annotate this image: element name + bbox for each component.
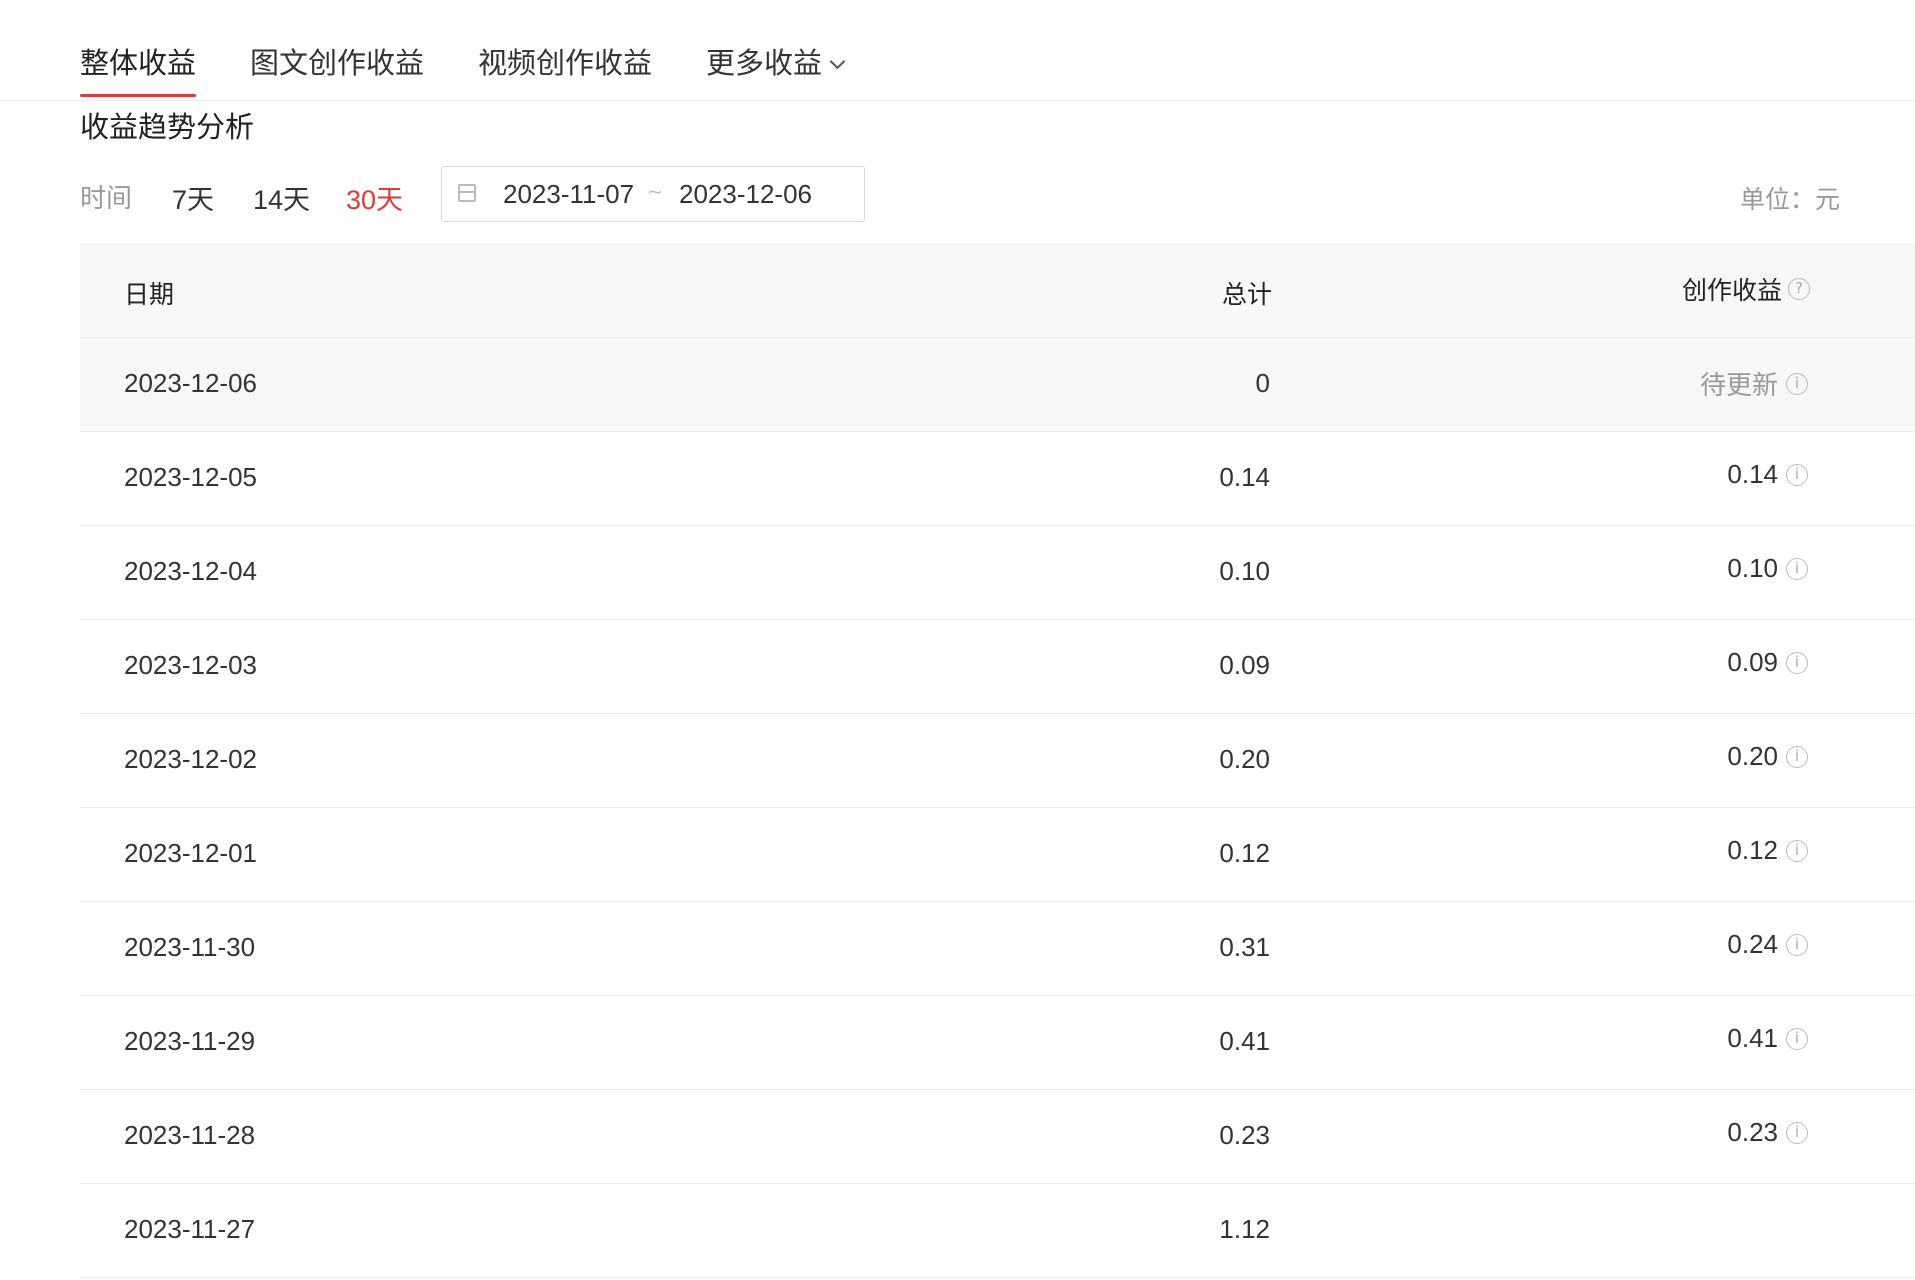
header-creation-label: 创作收益: [1681, 277, 1782, 305]
tab-label: 整体收益: [80, 48, 197, 80]
cell-total: 0.23: [1219, 1120, 1270, 1150]
cell-creation: 0.23 i: [1560, 1117, 1808, 1148]
cell-total: 0.41: [1219, 1026, 1270, 1056]
info-icon[interactable]: i: [1786, 557, 1808, 580]
tab-label: 更多收益: [706, 48, 823, 80]
info-icon[interactable]: i: [1786, 651, 1808, 674]
unit-label: 单位：元: [1739, 186, 1840, 214]
cell-creation: 0.10 i: [1560, 553, 1808, 584]
cell-creation-value: 0.24: [1727, 929, 1778, 959]
cell-creation-value: 0.09: [1727, 647, 1778, 677]
tab-article-earnings[interactable]: 图文创作收益: [250, 40, 424, 82]
header-date: 日期: [124, 281, 175, 309]
header-creation: 创作收益 ?: [1600, 271, 1810, 307]
section-title: 收益趋势分析: [80, 112, 255, 144]
table-row: 2023-11-27 1.12: [80, 1184, 1915, 1278]
tab-label: 图文创作收益: [250, 48, 425, 80]
cell-total: 1.12: [1219, 1214, 1270, 1244]
header-total: 总计: [1221, 281, 1272, 309]
cell-creation-value: 0.23: [1727, 1117, 1778, 1147]
table-row: 2023-12-01 0.12 0.12 i: [80, 808, 1915, 902]
cell-creation-value: 待更新: [1699, 370, 1778, 400]
filter-row: 时间 7天 14天 30天 2023-11-07 ~ 2023-12-06 单位…: [80, 166, 1860, 224]
cell-creation: 0.14 i: [1560, 459, 1808, 490]
period-14-days[interactable]: 14天: [253, 178, 310, 217]
cell-date: 2023-12-02: [124, 744, 257, 774]
info-icon[interactable]: i: [1786, 372, 1808, 395]
date-start[interactable]: 2023-11-07: [503, 179, 634, 210]
cell-date: 2023-12-01: [124, 838, 257, 868]
cell-total: 0.14: [1219, 462, 1270, 492]
tab-label: 视频创作收益: [478, 48, 653, 80]
cell-creation-value: 0.12: [1727, 835, 1778, 865]
time-label: 时间: [80, 183, 133, 213]
table-row: 2023-12-02 0.20 0.20 i: [80, 714, 1915, 808]
cell-total: 0.20: [1219, 744, 1270, 774]
info-icon[interactable]: i: [1786, 463, 1808, 486]
info-icon[interactable]: i: [1786, 1121, 1808, 1144]
cell-date: 2023-11-27: [124, 1214, 256, 1244]
earnings-table: 日期 总计 创作收益 ? 2023-12-06 0 待更新 i 2023-12-05 0.…: [80, 243, 1915, 1278]
chevron-down-icon: [829, 53, 846, 70]
cell-creation-value: 0.10: [1727, 553, 1778, 583]
cell-total: 0: [1255, 368, 1270, 398]
cell-date: 2023-12-03: [124, 650, 257, 680]
table-row: 2023-11-29 0.41 0.41 i: [80, 996, 1915, 1090]
cell-total: 0.10: [1219, 556, 1270, 586]
cell-creation-value: 0.14: [1727, 459, 1778, 489]
cell-date: 2023-11-29: [124, 1026, 256, 1056]
cell-total: 0.09: [1219, 650, 1270, 680]
tab-bar: 整体收益 图文创作收益 视频创作收益 更多收益: [0, 0, 1915, 101]
cell-creation: 0.20 i: [1560, 741, 1808, 772]
info-icon[interactable]: i: [1786, 933, 1808, 956]
table-row: 2023-12-04 0.10 0.10 i: [80, 526, 1915, 620]
info-icon[interactable]: i: [1786, 839, 1808, 862]
cell-date: 2023-12-05: [124, 462, 257, 492]
period-30-days[interactable]: 30天: [346, 178, 403, 217]
question-icon[interactable]: ?: [1788, 278, 1810, 300]
tab-overall-earnings[interactable]: 整体收益: [80, 40, 197, 97]
info-icon[interactable]: i: [1786, 1027, 1808, 1050]
cell-creation: 0.12 i: [1560, 835, 1808, 866]
cell-creation-value: 0.41: [1727, 1023, 1778, 1053]
tab-video-earnings[interactable]: 视频创作收益: [478, 40, 652, 82]
period-7-days[interactable]: 7天: [172, 178, 214, 217]
calendar-icon: [458, 184, 476, 202]
table-row: 2023-11-30 0.31 0.24 i: [80, 902, 1915, 996]
tab-more-earnings[interactable]: 更多收益: [706, 40, 846, 82]
cell-creation-value: 0.20: [1727, 741, 1778, 771]
cell-date: 2023-11-28: [124, 1120, 256, 1150]
table-row: 2023-12-06 0 待更新 i: [80, 338, 1915, 432]
cell-date: 2023-12-06: [124, 368, 257, 398]
cell-total: 0.31: [1219, 932, 1270, 962]
cell-creation: 待更新 i: [1560, 365, 1808, 402]
date-range-picker[interactable]: 2023-11-07 ~ 2023-12-06: [441, 166, 865, 222]
cell-date: 2023-12-04: [124, 556, 257, 586]
cell-total: 0.12: [1219, 838, 1270, 868]
table-header: 日期 总计 创作收益 ?: [80, 243, 1915, 338]
cell-creation: 0.41 i: [1560, 1023, 1808, 1054]
cell-date: 2023-11-30: [124, 932, 256, 962]
info-icon[interactable]: i: [1786, 745, 1808, 768]
table-row: 2023-11-28 0.23 0.23 i: [80, 1090, 1915, 1184]
table-row: 2023-12-05 0.14 0.14 i: [80, 432, 1915, 526]
cell-creation: 0.09 i: [1560, 647, 1808, 678]
date-separator: ~: [648, 179, 663, 206]
table-row: 2023-12-03 0.09 0.09 i: [80, 620, 1915, 714]
cell-creation: 0.24 i: [1560, 929, 1808, 960]
date-end[interactable]: 2023-12-06: [679, 179, 812, 210]
